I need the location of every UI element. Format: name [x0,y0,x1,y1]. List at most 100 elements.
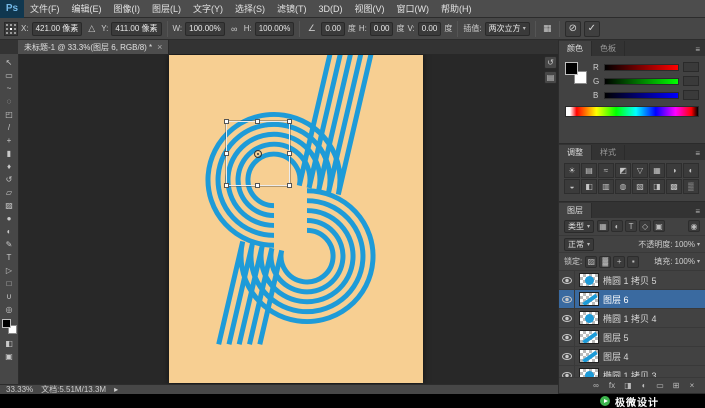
filter-shape-layers-icon[interactable]: ◇ [639,220,652,233]
red-value-field[interactable] [683,62,699,72]
menu-item[interactable]: 帮助(H) [435,0,478,17]
layer-style-icon[interactable]: fx [607,381,617,390]
layer-thumbnail[interactable] [579,311,599,326]
layer-row[interactable]: 图层 5 [559,328,705,348]
interpolation-dropdown[interactable]: 两次立方 ▾ [484,21,530,36]
transform-handle-bottom-right[interactable] [287,183,292,188]
panel-menu-icon[interactable]: ≡ [690,207,705,218]
dodge-tool[interactable]: ◐ [0,225,19,238]
tab-layers[interactable]: 图层 [559,202,592,218]
new-adjustment-layer-icon[interactable]: ◐ [639,381,649,390]
transform-handle-top-left[interactable] [224,119,229,124]
layer-thumbnail[interactable] [579,273,599,288]
crop-tool[interactable]: ◰ [0,108,19,121]
menu-item[interactable]: 视图(V) [349,0,391,17]
hand-tool[interactable]: ∪ [0,290,19,303]
filter-smart-objects-icon[interactable]: ▣ [653,220,666,233]
history-panel-icon[interactable]: ↺ [544,56,557,69]
canvas-area[interactable] [19,54,558,384]
layer-thumbnail[interactable] [579,368,599,378]
transform-reference-point[interactable] [254,149,262,158]
new-layer-icon[interactable]: ⊞ [671,381,681,390]
relative-positioning-icon[interactable]: △ [85,22,98,36]
layer-visibility-toggle[interactable] [559,271,575,290]
exposure-icon[interactable]: ◩ [615,163,631,178]
eyedropper-tool[interactable]: / [0,121,19,134]
type-tool[interactable]: T [0,251,19,264]
tab-adjustments[interactable]: 调整 [559,145,592,160]
photoshop-logo-icon[interactable]: Ps [0,0,24,18]
curves-icon[interactable]: ≈ [598,163,614,178]
menu-item[interactable]: 编辑(E) [66,0,108,17]
hue-saturation-icon[interactable]: ▦ [649,163,665,178]
photo-filter-icon[interactable]: ◒ [564,179,580,194]
transform-bounding-box[interactable] [224,119,292,188]
lasso-tool[interactable]: ~ [0,82,19,95]
transform-handle-top-right[interactable] [287,119,292,124]
filter-adjustment-layers-icon[interactable]: ◐ [611,220,624,233]
menu-item[interactable]: 选择(S) [229,0,271,17]
move-tool[interactable]: ↖ [0,56,19,69]
selective-color-icon[interactable]: ▩ [666,179,682,194]
commit-transform-button[interactable]: ✓ [583,20,600,37]
shape-tool[interactable]: □ [0,277,19,290]
layer-filter-dropdown[interactable]: 类型 ▾ [564,219,595,233]
black-white-icon[interactable]: ◐ [683,163,699,178]
posterize-icon[interactable]: ▧ [632,179,648,194]
levels-icon[interactable]: ▤ [581,163,597,178]
brightness-contrast-icon[interactable]: ☀ [564,163,580,178]
pen-tool[interactable]: ✎ [0,238,19,251]
layer-thumbnail[interactable] [579,330,599,345]
quick-selection-tool[interactable]: ◌ [0,95,19,108]
history-brush-tool[interactable]: ↺ [0,173,19,186]
v-skew-field[interactable]: 0.00 [417,21,442,36]
blend-mode-dropdown[interactable]: 正常 ▾ [564,237,595,251]
blue-value-field[interactable] [683,90,699,100]
delete-layer-icon[interactable]: × [687,381,697,390]
panel-menu-icon[interactable]: ≡ [690,149,705,160]
menu-item[interactable]: 滤镜(T) [271,0,313,17]
lock-position-icon[interactable]: + [613,255,626,268]
vibrance-icon[interactable]: ▽ [632,163,648,178]
close-tab-icon[interactable]: × [157,42,162,52]
document-tab[interactable]: 未标题-1 @ 33.3%(图层 6, RGB/8) * × [18,40,170,54]
properties-panel-icon[interactable]: ▤ [544,71,557,84]
rectangular-marquee-tool[interactable]: ▭ [0,69,19,82]
color-balance-icon[interactable]: ◑ [666,163,682,178]
zoom-level-field[interactable]: 33.33% [6,385,33,394]
transform-handle-left[interactable] [224,150,229,156]
x-position-field[interactable]: 421.00 像素 [31,21,83,36]
link-dimensions-icon[interactable]: ∞ [228,22,241,36]
menu-item[interactable]: 图像(I) [108,0,147,17]
h-skew-field[interactable]: 0.00 [369,21,394,36]
layer-row[interactable]: 图层 4 [559,347,705,367]
layer-row[interactable]: 椭圆 1 拷贝 4 [559,309,705,329]
color-spectrum-bar[interactable] [565,106,699,117]
path-selection-tool[interactable]: ▷ [0,264,19,277]
menu-item[interactable]: 3D(D) [313,0,349,17]
healing-brush-tool[interactable]: + [0,134,19,147]
layer-thumbnail[interactable] [579,292,599,307]
tab-color[interactable]: 颜色 [559,41,592,56]
transform-handle-top[interactable] [255,119,260,124]
brush-tool[interactable]: ▮ [0,147,19,160]
menu-item[interactable]: 窗口(W) [391,0,436,17]
y-position-field[interactable]: 411.00 像素 [111,21,162,36]
layer-visibility-toggle[interactable] [559,347,575,366]
clone-stamp-tool[interactable]: ♦ [0,160,19,173]
rotation-field[interactable]: 0.00 [321,21,345,36]
tab-styles[interactable]: 样式 [592,145,625,160]
cancel-transform-button[interactable]: ⊘ [564,20,581,37]
transform-handle-bottom[interactable] [255,183,260,188]
lock-image-pixels-icon[interactable]: ▓ [599,255,612,268]
color-lookup-icon[interactable]: ▥ [598,179,614,194]
status-popup-arrow-icon[interactable]: ▸ [114,385,118,394]
warp-mode-icon[interactable]: ▦ [541,22,554,36]
tab-swatches[interactable]: 色板 [592,41,625,56]
panel-menu-icon[interactable]: ≡ [690,45,705,56]
reference-point-locator[interactable] [4,21,18,36]
layer-row[interactable]: 椭圆 1 拷贝 5 [559,271,705,291]
panel-foreground-swatch[interactable] [565,62,578,75]
blue-slider[interactable] [604,91,679,99]
width-field[interactable]: 100.00% [185,21,225,36]
